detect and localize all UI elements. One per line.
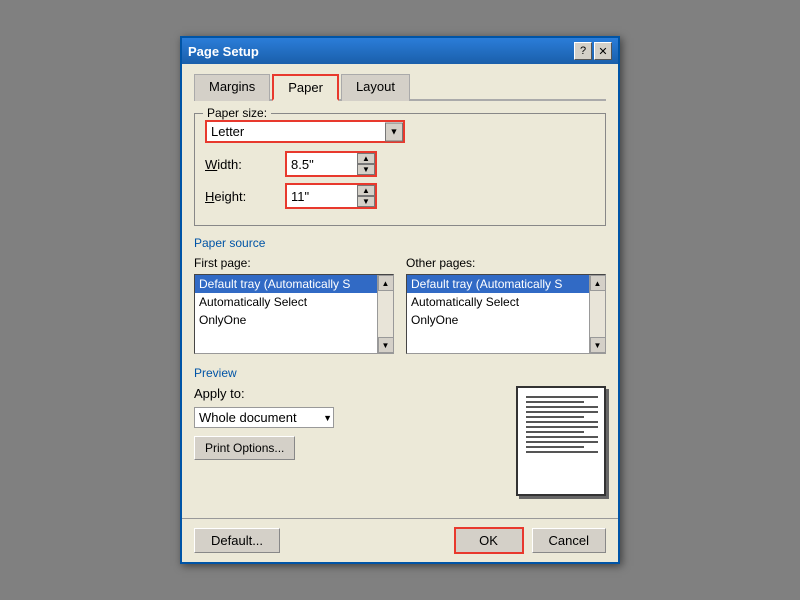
first-page-col: First page: Default tray (Automatically … <box>194 256 394 354</box>
tab-paper[interactable]: Paper <box>272 74 339 101</box>
preview-line-2 <box>526 401 584 403</box>
width-spinbox: ▲ ▼ <box>285 151 377 177</box>
cancel-button[interactable]: Cancel <box>532 528 606 553</box>
apply-row: Apply to: <box>194 386 496 401</box>
paper-size-section: Paper size: Letter A4 Legal Executive A3… <box>194 113 606 226</box>
paper-source-section: Paper source First page: Default tray (A… <box>194 236 606 354</box>
list-item[interactable]: Automatically Select <box>195 293 377 311</box>
preview-line-6 <box>526 421 598 423</box>
preview-line-1 <box>526 396 598 398</box>
dialog-body: Margins Paper Layout Paper size: Letter … <box>182 64 618 518</box>
height-spin-up[interactable]: ▲ <box>357 185 375 196</box>
list-item[interactable]: OnlyOne <box>195 311 377 329</box>
list-item[interactable]: Default tray (Automatically S <box>407 275 589 293</box>
other-pages-listbox[interactable]: Default tray (Automatically S Automatica… <box>406 274 606 354</box>
tab-margins[interactable]: Margins <box>194 74 270 101</box>
height-input[interactable] <box>287 185 357 207</box>
width-spin-buttons: ▲ ▼ <box>357 153 375 175</box>
list-item[interactable]: Automatically Select <box>407 293 589 311</box>
page-preview-container <box>516 386 606 496</box>
tabs: Margins Paper Layout <box>194 72 606 101</box>
apply-to-select[interactable]: Whole document This point forward Select… <box>194 407 334 428</box>
dialog-title: Page Setup <box>188 44 259 59</box>
first-page-scrollbar: ▲ ▼ <box>377 275 393 353</box>
preview-row: Apply to: Whole document This point forw… <box>194 386 606 496</box>
tab-layout[interactable]: Layout <box>341 74 410 101</box>
page-setup-dialog: Page Setup ? ✕ Margins Paper Layout Pape… <box>180 36 620 564</box>
scroll-track[interactable] <box>378 291 393 337</box>
scroll-down-arrow[interactable]: ▼ <box>590 337 606 353</box>
preview-line-4 <box>526 411 598 413</box>
preview-line-12 <box>526 451 598 453</box>
list-item[interactable]: Default tray (Automatically S <box>195 275 377 293</box>
width-spin-down[interactable]: ▼ <box>357 164 375 175</box>
other-pages-col: Other pages: Default tray (Automatically… <box>406 256 606 354</box>
scroll-up-arrow[interactable]: ▲ <box>378 275 394 291</box>
other-pages-label: Other pages: <box>406 256 606 270</box>
width-label: Width: <box>205 157 285 172</box>
preview-line-9 <box>526 436 598 438</box>
preview-section: Preview Apply to: Whole document This po… <box>194 366 606 496</box>
page-preview <box>516 386 606 496</box>
apply-select-wrapper: Whole document This point forward Select… <box>194 407 334 428</box>
height-spinbox: ▲ ▼ <box>285 183 377 209</box>
paper-size-select[interactable]: Letter A4 Legal Executive A3 A5 <box>205 120 405 143</box>
other-pages-items: Default tray (Automatically S Automatica… <box>407 275 589 353</box>
scroll-down-arrow[interactable]: ▼ <box>378 337 394 353</box>
width-row: Width: ▲ ▼ <box>205 151 595 177</box>
height-spin-down[interactable]: ▼ <box>357 196 375 207</box>
preview-label: Preview <box>194 366 606 380</box>
title-bar-buttons: ? ✕ <box>574 42 612 60</box>
width-spin-up[interactable]: ▲ <box>357 153 375 164</box>
first-page-listbox[interactable]: Default tray (Automatically S Automatica… <box>194 274 394 354</box>
height-spin-buttons: ▲ ▼ <box>357 185 375 207</box>
dialog-footer: Default... OK Cancel <box>182 518 618 562</box>
preview-line-5 <box>526 416 584 418</box>
apply-label: Apply to: <box>194 386 245 401</box>
preview-left: Apply to: Whole document This point forw… <box>194 386 496 460</box>
preview-line-10 <box>526 441 598 443</box>
preview-line-3 <box>526 406 598 408</box>
print-options-button[interactable]: Print Options... <box>194 436 295 460</box>
preview-line-11 <box>526 446 584 448</box>
other-pages-scrollbar: ▲ ▼ <box>589 275 605 353</box>
paper-size-legend: Paper size: <box>203 106 271 120</box>
default-button[interactable]: Default... <box>194 528 280 553</box>
height-row: Height: ▲ ▼ <box>205 183 595 209</box>
height-label: Height: <box>205 189 285 204</box>
first-page-label: First page: <box>194 256 394 270</box>
paper-size-select-wrapper: Letter A4 Legal Executive A3 A5 ▼ <box>205 120 405 143</box>
width-input[interactable] <box>287 153 357 175</box>
close-button[interactable]: ✕ <box>594 42 612 60</box>
ok-button[interactable]: OK <box>454 527 524 554</box>
title-bar: Page Setup ? ✕ <box>182 38 618 64</box>
list-item[interactable]: OnlyOne <box>407 311 589 329</box>
preview-line-7 <box>526 426 598 428</box>
first-page-items: Default tray (Automatically S Automatica… <box>195 275 377 353</box>
scroll-track[interactable] <box>590 291 605 337</box>
preview-line-8 <box>526 431 584 433</box>
help-button[interactable]: ? <box>574 42 592 60</box>
scroll-up-arrow[interactable]: ▲ <box>590 275 606 291</box>
paper-source-label: Paper source <box>194 236 606 250</box>
paper-source-row: First page: Default tray (Automatically … <box>194 256 606 354</box>
